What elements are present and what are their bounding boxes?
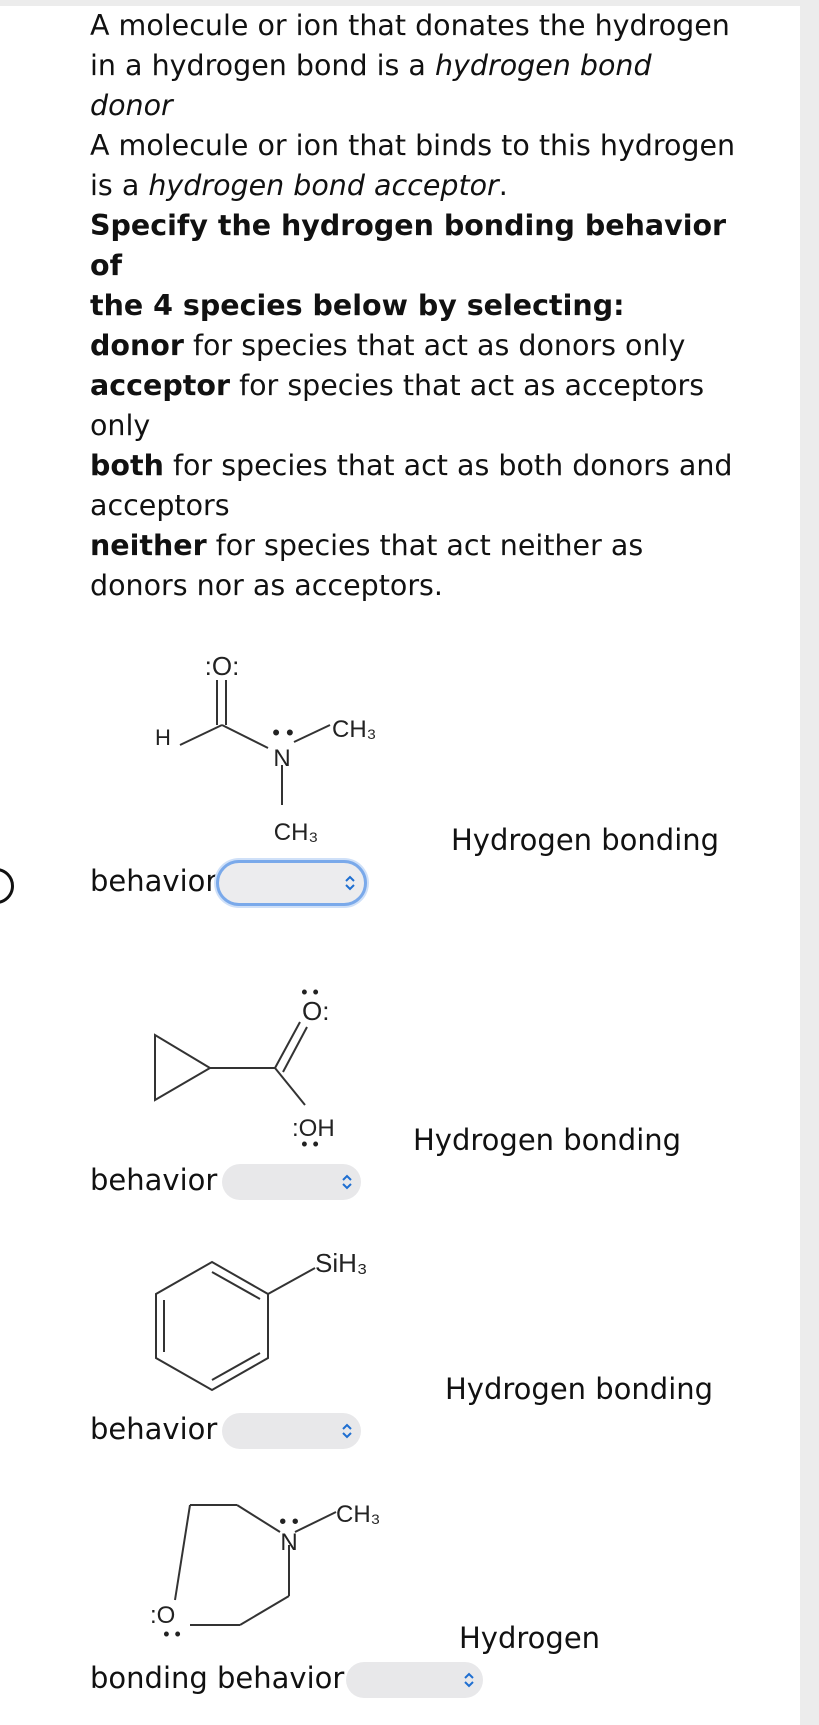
q4-prompt-left: bonding behavior bbox=[90, 1661, 345, 1695]
q4-prompt-right: Hydrogen bbox=[459, 1621, 601, 1655]
m4-nitrogen-label: N bbox=[280, 1529, 297, 1556]
molecule-4-drawing: N • • CH₃ :O • • bbox=[150, 1501, 380, 1644]
m4-oxygen-lone-pair: • • bbox=[163, 1624, 181, 1644]
m4-ch3-label: CH₃ bbox=[336, 1501, 380, 1528]
q4-behavior-select[interactable] bbox=[346, 1662, 483, 1698]
chevron-updown-icon bbox=[463, 1670, 475, 1690]
m4-nitrogen-lone-pair: • • bbox=[279, 1511, 299, 1533]
